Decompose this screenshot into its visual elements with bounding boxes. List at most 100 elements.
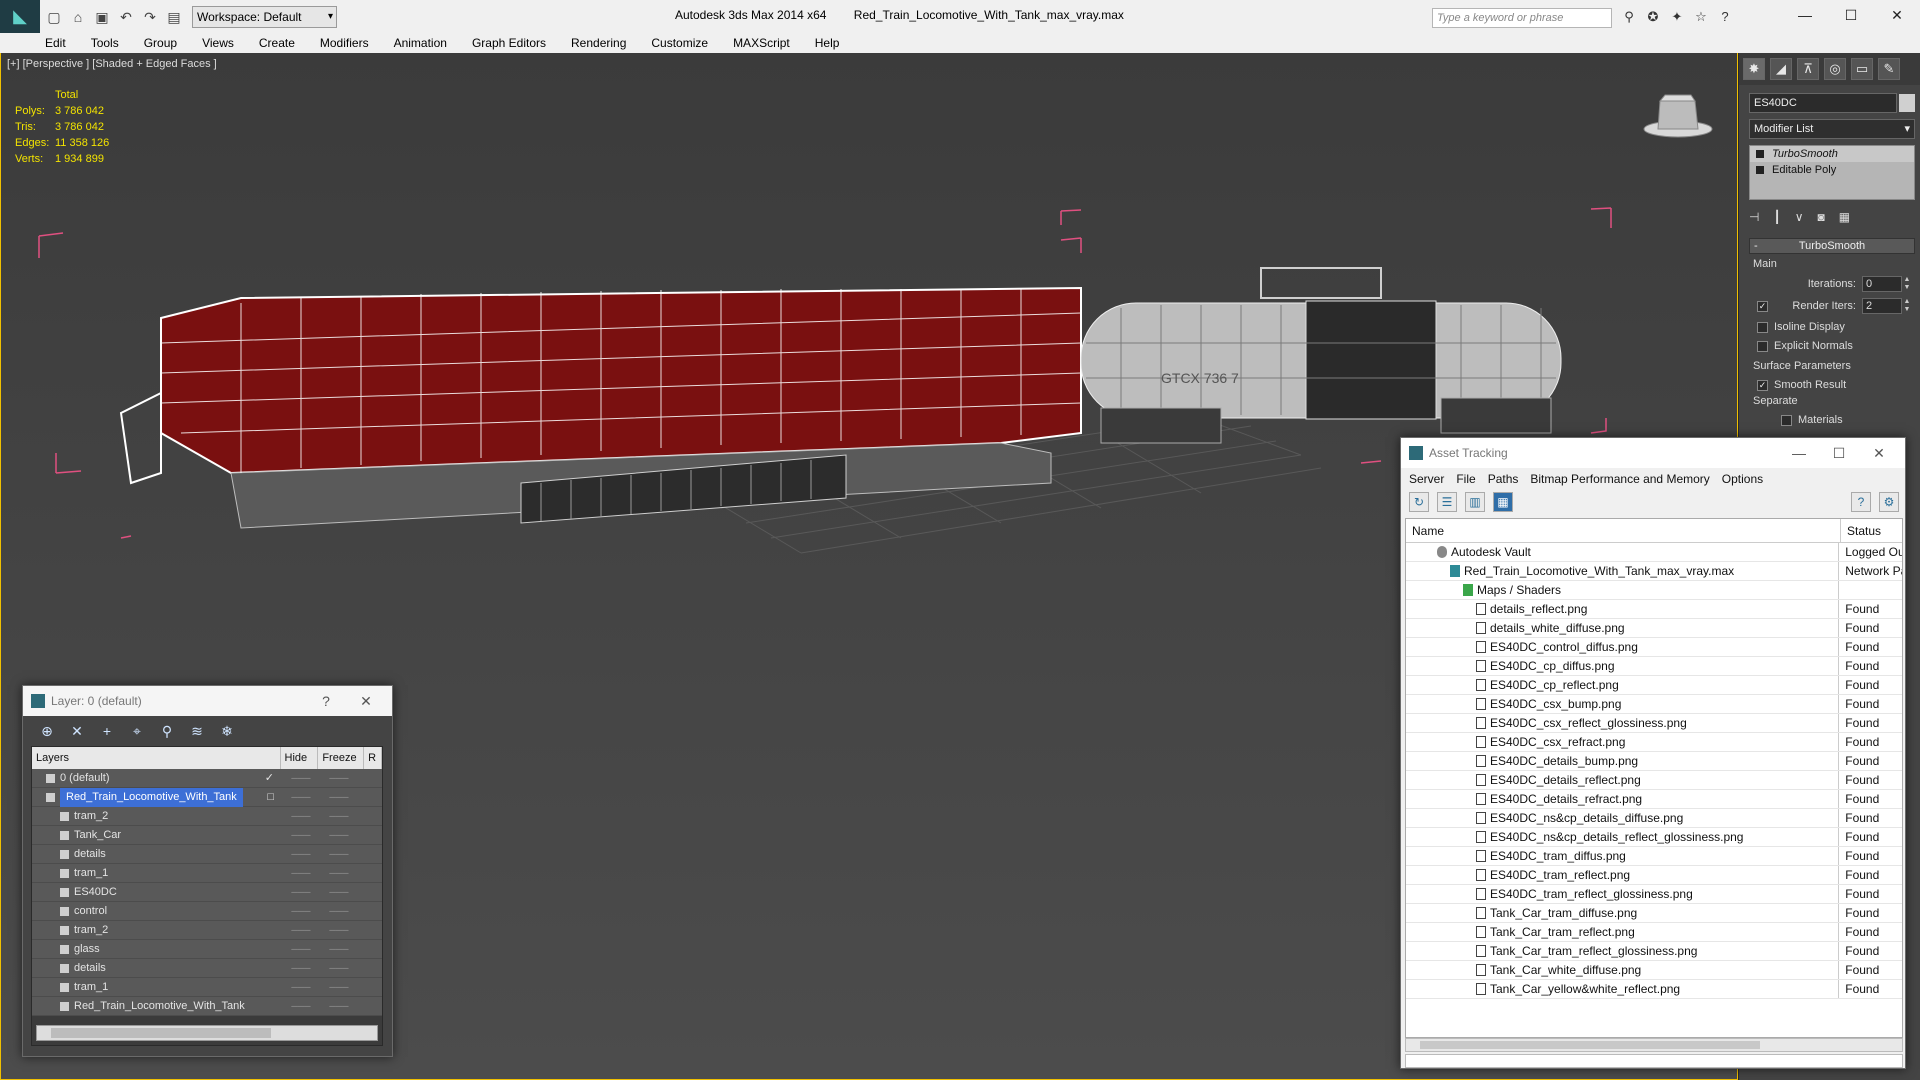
scroll-thumb[interactable] bbox=[51, 1028, 271, 1038]
layer-name-cell[interactable]: glass bbox=[32, 940, 282, 958]
layer-name-cell[interactable]: tram_2 bbox=[32, 921, 282, 939]
layer-hscrollbar[interactable] bbox=[36, 1025, 378, 1041]
menu-item-modifiers[interactable]: Modifiers bbox=[320, 33, 369, 53]
layer-row[interactable]: tram_1 ─── ─── bbox=[32, 978, 382, 997]
add-to-layer-icon[interactable]: + bbox=[97, 721, 117, 741]
col-hide[interactable]: Hide bbox=[281, 747, 319, 769]
utilities-tab-icon[interactable]: ✎ bbox=[1878, 58, 1900, 80]
close-button[interactable]: ✕ bbox=[1874, 0, 1920, 30]
hide-all-layers-icon[interactable]: ≋ bbox=[187, 721, 207, 741]
highlight-layer-icon[interactable]: ⚲ bbox=[157, 721, 177, 741]
freeze-toggle[interactable]: ─── bbox=[320, 883, 358, 901]
hide-toggle[interactable]: ─── bbox=[282, 997, 320, 1015]
hierarchy-tab-icon[interactable]: ⊼ bbox=[1797, 58, 1819, 80]
asset-help-icon[interactable]: ? bbox=[1851, 492, 1871, 512]
asset-close-button[interactable]: ✕ bbox=[1859, 438, 1899, 468]
render-iters-spinner[interactable]: 2 bbox=[1862, 298, 1902, 314]
layer-row[interactable]: tram_2 ─── ─── bbox=[32, 807, 382, 826]
delete-layer-icon[interactable]: ✕ bbox=[67, 721, 87, 741]
asset-row[interactable]: Tank_Car_white_diffuse.png Found bbox=[1406, 961, 1902, 980]
asset-row[interactable]: ES40DC_details_refract.png Found bbox=[1406, 790, 1902, 809]
col-status[interactable]: Status bbox=[1841, 519, 1881, 542]
asset-menu-server[interactable]: Server bbox=[1409, 468, 1444, 490]
project-folder-icon[interactable]: ▤ bbox=[164, 7, 184, 27]
freeze-toggle[interactable]: ─── bbox=[320, 902, 358, 920]
menu-item-graph-editors[interactable]: Graph Editors bbox=[472, 33, 546, 53]
configure-modifier-sets-icon[interactable]: ▦ bbox=[1839, 210, 1850, 224]
layer-row[interactable]: glass ─── ─── bbox=[32, 940, 382, 959]
asset-row[interactable]: ES40DC_cp_diffus.png Found bbox=[1406, 657, 1902, 676]
app-logo-icon[interactable]: ◣ bbox=[0, 0, 40, 33]
make-unique-icon[interactable]: ∨ bbox=[1795, 210, 1804, 224]
minimize-button[interactable]: — bbox=[1782, 0, 1828, 30]
layer-name-cell[interactable]: tram_1 bbox=[32, 978, 282, 996]
freeze-toggle[interactable]: ─── bbox=[320, 826, 358, 844]
hide-toggle[interactable]: ─── bbox=[282, 864, 320, 882]
layer-name-cell[interactable]: 0 (default) ✓ bbox=[32, 769, 282, 787]
refresh-icon[interactable]: ↻ bbox=[1409, 492, 1429, 512]
asset-hscrollbar[interactable] bbox=[1405, 1038, 1903, 1052]
object-name-field[interactable]: ES40DC bbox=[1749, 93, 1897, 113]
object-color-swatch[interactable] bbox=[1899, 94, 1915, 112]
viewcube[interactable] bbox=[1643, 91, 1713, 141]
menu-item-create[interactable]: Create bbox=[259, 33, 295, 53]
hide-toggle[interactable]: ─── bbox=[282, 883, 320, 901]
lightbulb-icon[interactable] bbox=[1756, 150, 1764, 158]
asset-minimize-button[interactable]: — bbox=[1779, 438, 1819, 468]
asset-row[interactable]: ES40DC_ns&cp_details_reflect_glossiness.… bbox=[1406, 828, 1902, 847]
subscription-icon[interactable]: ✪ bbox=[1644, 8, 1662, 26]
layer-name-cell[interactable]: tram_2 bbox=[32, 807, 282, 825]
freeze-toggle[interactable]: ─── bbox=[320, 788, 358, 806]
asset-row[interactable]: ES40DC_tram_reflect.png Found bbox=[1406, 866, 1902, 885]
freeze-toggle[interactable]: ─── bbox=[320, 807, 358, 825]
binoculars-icon[interactable]: ⚲ bbox=[1620, 8, 1638, 26]
layer-row[interactable]: Tank_Car ─── ─── bbox=[32, 826, 382, 845]
create-tab-icon[interactable]: ✸ bbox=[1743, 58, 1765, 80]
layer-row[interactable]: 0 (default) ✓ ─── ─── bbox=[32, 769, 382, 788]
hide-toggle[interactable]: ─── bbox=[282, 845, 320, 863]
asset-dialog-titlebar[interactable]: Asset Tracking — ☐ ✕ bbox=[1401, 438, 1905, 468]
modifier-list-dropdown[interactable]: Modifier List bbox=[1749, 119, 1915, 139]
materials-option[interactable]: Materials bbox=[1781, 414, 1912, 426]
explicit-normals-option[interactable]: Explicit Normals bbox=[1757, 340, 1912, 352]
layer-row[interactable]: tram_1 ─── ─── bbox=[32, 864, 382, 883]
hide-toggle[interactable]: ─── bbox=[282, 902, 320, 920]
hide-toggle[interactable]: ─── bbox=[282, 921, 320, 939]
freeze-toggle[interactable]: ─── bbox=[320, 921, 358, 939]
layer-row[interactable]: Red_Train_Locomotive_With_Tank ─── ─── bbox=[32, 997, 382, 1016]
asset-row[interactable]: ES40DC_ns&cp_details_diffuse.png Found bbox=[1406, 809, 1902, 828]
render-iters-checkbox[interactable]: ✓ bbox=[1757, 300, 1768, 312]
layer-name-cell[interactable]: control bbox=[32, 902, 282, 920]
redo-icon[interactable]: ↷ bbox=[140, 7, 160, 27]
spinner-arrows-icon[interactable]: ▲ ▼ bbox=[1902, 276, 1912, 292]
asset-row[interactable]: Maps / Shaders bbox=[1406, 581, 1902, 600]
layer-name-cell[interactable]: Red_Train_Locomotive_With_Tank bbox=[32, 997, 282, 1015]
hide-toggle[interactable]: ─── bbox=[282, 959, 320, 977]
asset-row[interactable]: details_white_diffuse.png Found bbox=[1406, 619, 1902, 638]
freeze-toggle[interactable]: ─── bbox=[320, 940, 358, 958]
asset-row[interactable]: Tank_Car_tram_diffuse.png Found bbox=[1406, 904, 1902, 923]
table-view-icon[interactable]: ▦ bbox=[1493, 492, 1513, 512]
save-icon[interactable]: ▣ bbox=[92, 7, 112, 27]
show-end-result-icon[interactable]: ┃ bbox=[1773, 210, 1780, 224]
expand-icon[interactable] bbox=[1756, 166, 1764, 174]
layer-name-cell[interactable]: details bbox=[32, 959, 282, 977]
workspace-dropdown[interactable]: Workspace: Default bbox=[192, 5, 337, 28]
asset-menu-bitmap-performance-and-memory[interactable]: Bitmap Performance and Memory bbox=[1530, 468, 1709, 490]
freeze-toggle[interactable]: ─── bbox=[320, 845, 358, 863]
undo-icon[interactable]: ↶ bbox=[116, 7, 136, 27]
list-view-icon[interactable]: ☰ bbox=[1437, 492, 1457, 512]
remove-modifier-icon[interactable]: ◙ bbox=[1817, 210, 1824, 224]
turbosmooth-rollout-header[interactable]: TurboSmooth bbox=[1749, 238, 1915, 254]
layer-row[interactable]: Red_Train_Locomotive_With_Tank □ ─── ─── bbox=[32, 788, 382, 807]
menu-item-maxscript[interactable]: MAXScript bbox=[733, 33, 790, 53]
motion-tab-icon[interactable]: ◎ bbox=[1824, 58, 1846, 80]
col-render[interactable]: R bbox=[364, 747, 382, 769]
col-layers[interactable]: Layers bbox=[32, 747, 281, 769]
stack-item-turbosmooth[interactable]: TurboSmooth bbox=[1750, 146, 1914, 162]
smooth-result-checkbox[interactable]: ✓ bbox=[1757, 379, 1768, 391]
asset-row[interactable]: ES40DC_tram_reflect_glossiness.png Found bbox=[1406, 885, 1902, 904]
asset-row[interactable]: Tank_Car_tram_reflect.png Found bbox=[1406, 923, 1902, 942]
layer-name-cell[interactable]: ES40DC bbox=[32, 883, 282, 901]
scroll-thumb[interactable] bbox=[1420, 1041, 1760, 1049]
